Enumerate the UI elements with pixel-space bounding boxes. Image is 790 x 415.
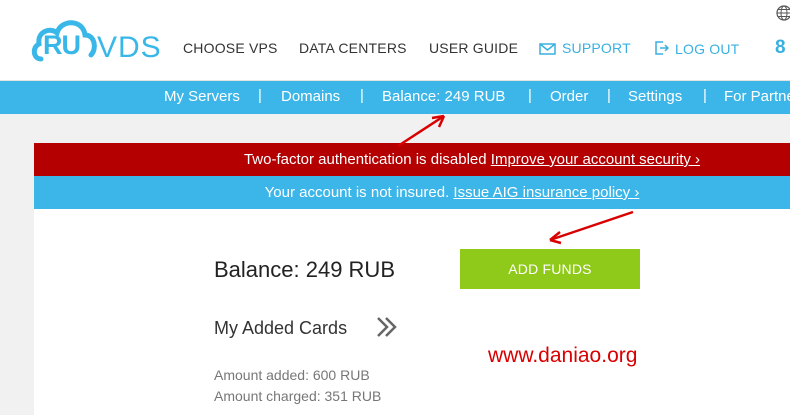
logout-icon [655, 41, 669, 55]
nav-data-centers[interactable]: DATA CENTERS [299, 40, 407, 56]
balance-panel: Balance: 249 RUB ADD FUNDS My Added Card… [34, 209, 790, 415]
insurance-alert: Your account is not insured. Issue AIG i… [34, 176, 790, 209]
improve-security-link[interactable]: Improve your account security › [491, 151, 700, 168]
nav-log-out[interactable]: LOG OUT [654, 40, 739, 57]
subnav-settings[interactable]: Settings [628, 88, 682, 105]
logo-ru-text: RU [43, 30, 81, 60]
nav-choose-vps[interactable]: CHOOSE VPS [183, 40, 278, 56]
add-funds-button[interactable]: ADD FUNDS [460, 249, 640, 289]
account-subnav: My Servers | Domains | Balance: 249 RUB … [0, 81, 790, 114]
globe-icon[interactable] [776, 5, 790, 21]
nav-support[interactable]: SUPPORT [539, 40, 631, 56]
site-header: RU VDS CHOOSE VPS DATA CENTERS USER GUID… [0, 0, 790, 81]
arrow-to-balance [397, 114, 446, 148]
subnav-my-servers[interactable]: My Servers [164, 88, 240, 105]
subnav-for-partners[interactable]: For Partne [724, 88, 790, 105]
insurance-alert-text: Your account is not insured. [264, 184, 454, 201]
subnav-order[interactable]: Order [550, 88, 588, 105]
subnav-domains[interactable]: Domains [281, 88, 340, 105]
issue-insurance-link[interactable]: Issue AIG insurance policy › [453, 184, 639, 201]
nav-support-label: SUPPORT [562, 40, 631, 56]
nav-log-out-label: LOG OUT [675, 41, 740, 57]
subnav-separator: | [258, 87, 262, 104]
balance-amount: Balance: 249 RUB [214, 257, 395, 282]
ruvds-logo[interactable]: RU VDS [31, 9, 161, 69]
subnav-separator: | [703, 87, 707, 104]
envelope-icon [539, 43, 556, 55]
subnav-separator: | [607, 87, 611, 104]
amount-charged: Amount charged: 351 RUB [214, 388, 382, 404]
phone-number[interactable]: 8 [775, 37, 786, 59]
subnav-separator: | [528, 87, 532, 104]
twofa-alert: Two-factor authentication is disabled Im… [34, 143, 790, 176]
watermark-text: www.daniao.org [488, 344, 638, 367]
nav-user-guide[interactable]: USER GUIDE [429, 40, 518, 56]
subnav-separator: | [360, 87, 364, 104]
added-cards-title[interactable]: My Added Cards [214, 318, 347, 339]
twofa-alert-text: Two-factor authentication is disabled [243, 151, 491, 168]
amount-added: Amount added: 600 RUB [214, 367, 370, 383]
logo-vds-text: VDS [97, 31, 162, 64]
double-chevron-right-icon[interactable] [374, 314, 400, 340]
subnav-balance[interactable]: Balance: 249 RUB [382, 88, 505, 105]
